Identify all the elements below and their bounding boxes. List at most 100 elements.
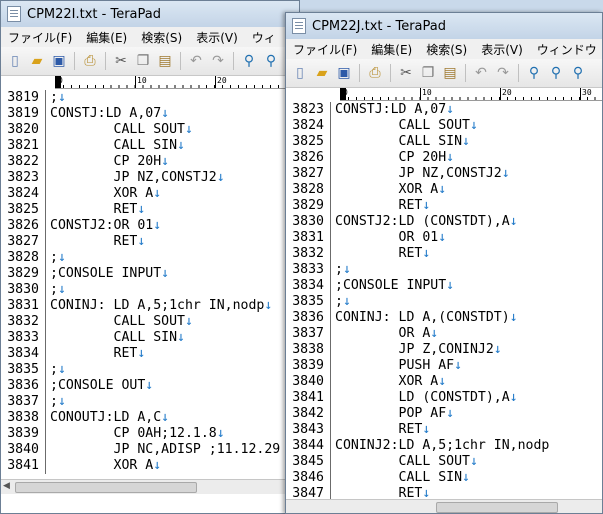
text-editor[interactable]: 3823 CONSTJ:LD A,07 ↓ 3824 CALL SOUT ↓ 3825 C… [286,102,602,502]
scrollbar-thumb[interactable] [436,502,558,513]
line-text[interactable]: RET [335,246,423,262]
line-text[interactable]: JP Z,CONINJ2 [335,342,494,358]
code-line[interactable]: 3827 RET ↓ [1,234,299,250]
line-text[interactable]: RET [335,198,423,214]
code-line[interactable]: 3832 RET ↓ [286,246,602,262]
line-text[interactable]: ;CONSOLE OUT [50,378,145,394]
line-text[interactable]: ;CONSOLE INPUT [335,278,446,294]
code-line[interactable]: 3821 CALL SIN ↓ [1,138,299,154]
code-line[interactable]: 3824 XOR A ↓ [1,186,299,202]
find-next-icon[interactable]: ⚲ [261,51,281,71]
line-text[interactable]: ;CONSOLE INPUT [50,266,161,282]
code-line[interactable]: 3841 LD (CONSTDT),A ↓ [286,390,602,406]
line-text[interactable]: XOR A [335,374,439,390]
line-text[interactable]: CALL SIN [335,470,463,486]
line-text[interactable]: CALL SIN [335,134,463,150]
code-line[interactable]: 3838 JP Z,CONINJ2 ↓ [286,342,602,358]
code-line[interactable]: 3833 CALL SIN ↓ [1,330,299,346]
line-text[interactable]: LD (CONSTDT),A [335,390,510,406]
find-icon[interactable]: ⚲ [524,63,544,83]
new-file-icon[interactable]: ▯ [290,63,310,83]
code-line[interactable]: 3840 JP NC,ADISP ;11.12.29 [1,442,299,458]
line-text[interactable]: XOR A [50,458,154,474]
find-next-icon[interactable]: ⚲ [546,63,566,83]
line-text[interactable]: RET [50,346,138,362]
line-text[interactable]: CALL SIN [50,330,178,346]
line-text[interactable]: CONSTJ:LD A,07 [335,102,446,118]
line-text[interactable]: ; [50,90,58,106]
redo-icon[interactable]: ↷ [493,63,513,83]
title-bar[interactable]: CPM22J.txt - TeraPad [286,13,602,39]
menu-search[interactable]: 検索(S) [134,29,189,46]
line-text[interactable]: ; [335,294,343,310]
redo-icon[interactable]: ↷ [208,51,228,71]
code-line[interactable]: 3836 CONINJ: LD A,(CONSTDT) ↓ [286,310,602,326]
line-text[interactable]: CALL SOUT [50,122,185,138]
code-line[interactable]: 3831 CONINJ: LD A,5;1chr IN,nodp ↓ [1,298,299,314]
line-text[interactable]: CONINJ: LD A,(CONSTDT) [335,310,510,326]
code-line[interactable]: 3824 CALL SOUT ↓ [286,118,602,134]
line-text[interactable]: CALL SIN [50,138,178,154]
line-text[interactable]: POP AF [335,406,447,422]
scroll-left-icon[interactable]: ◀ [3,481,10,491]
code-line[interactable]: 3842 POP AF ↓ [286,406,602,422]
text-editor[interactable]: 3819; ↓ 3819 CONSTJ:LD A,07 ↓ 3820 CALL SOUT ↓… [1,90,299,474]
print-icon[interactable]: ⎙ [365,63,385,83]
code-line[interactable]: 3827 JP NZ,CONSTJ2 ↓ [286,166,602,182]
line-text[interactable]: CALL SOUT [335,118,470,134]
editor-window-right[interactable]: CPM22J.txt - TeraPad ファイル(F) 編集(E) 検索(S)… [285,12,603,514]
code-line[interactable]: 3828 XOR A ↓ [286,182,602,198]
code-line[interactable]: 3826 CONSTJ2:OR 01 ↓ [1,218,299,234]
line-text[interactable]: CP 20H [335,150,447,166]
undo-icon[interactable]: ↶ [186,51,206,71]
menu-view[interactable]: 表示(V) [189,29,245,46]
paste-icon[interactable]: ▤ [440,63,460,83]
line-text[interactable]: CONINJ2:LD A,5;1chr IN,nodp [335,438,549,454]
code-line[interactable]: 3830; ↓ [1,282,299,298]
code-line[interactable]: 3825 CALL SIN ↓ [286,134,602,150]
undo-icon[interactable]: ↶ [471,63,491,83]
menu-search[interactable]: 検索(S) [419,41,474,58]
code-line[interactable]: 3840 XOR A ↓ [286,374,602,390]
code-line[interactable]: 3819 CONSTJ:LD A,07 ↓ [1,106,299,122]
title-bar[interactable]: CPM22I.txt - TeraPad [1,1,299,27]
find-previous-icon[interactable]: ⚲ [568,63,588,83]
line-text[interactable]: PUSH AF [335,358,455,374]
code-line[interactable]: 3838 CONOUTJ:LD A,C ↓ [1,410,299,426]
code-line[interactable]: 3845 CALL SOUT ↓ [286,454,602,470]
new-file-icon[interactable]: ▯ [5,51,25,71]
menu-edit[interactable]: 編集(E) [79,29,134,46]
code-line[interactable]: 3829 RET ↓ [286,198,602,214]
line-text[interactable]: XOR A [50,186,154,202]
menu-view[interactable]: 表示(V) [474,41,530,58]
code-line[interactable]: 3839 PUSH AF ↓ [286,358,602,374]
horizontal-scrollbar[interactable]: ◀ [1,479,299,494]
line-text[interactable]: XOR A [335,182,439,198]
menu-file[interactable]: ファイル(F) [1,29,79,46]
code-line[interactable]: 3837; ↓ [1,394,299,410]
menu-window[interactable]: ウィ [245,29,283,46]
line-text[interactable]: OR 01 [335,230,439,246]
line-text[interactable]: ; [335,262,343,278]
save-icon[interactable]: ▣ [49,51,69,71]
cut-icon[interactable]: ✂ [396,63,416,83]
menu-file[interactable]: ファイル(F) [286,41,364,58]
line-text[interactable]: ; [50,250,58,266]
line-text[interactable]: JP NZ,CONSTJ2 [335,166,502,182]
copy-icon[interactable]: ❐ [418,63,438,83]
line-text[interactable]: RET [50,234,138,250]
code-line[interactable]: 3828; ↓ [1,250,299,266]
code-line[interactable]: 3825 RET ↓ [1,202,299,218]
code-line[interactable]: 3835; ↓ [286,294,602,310]
line-text[interactable]: OR A [335,326,431,342]
code-line[interactable]: 3834 RET ↓ [1,346,299,362]
line-text[interactable]: CONOUTJ:LD A,C [50,410,161,426]
line-text[interactable]: ; [50,362,58,378]
menu-edit[interactable]: 編集(E) [364,41,419,58]
code-line[interactable]: 3839 CP 0AH;12.1.8 ↓ [1,426,299,442]
horizontal-scrollbar[interactable] [286,499,602,513]
line-text[interactable]: CP 20H [50,154,162,170]
code-line[interactable]: 3846 CALL SIN ↓ [286,470,602,486]
line-text[interactable]: CALL SOUT [335,454,470,470]
line-text[interactable]: CONSTJ2:LD (CONSTDT),A [335,214,510,230]
